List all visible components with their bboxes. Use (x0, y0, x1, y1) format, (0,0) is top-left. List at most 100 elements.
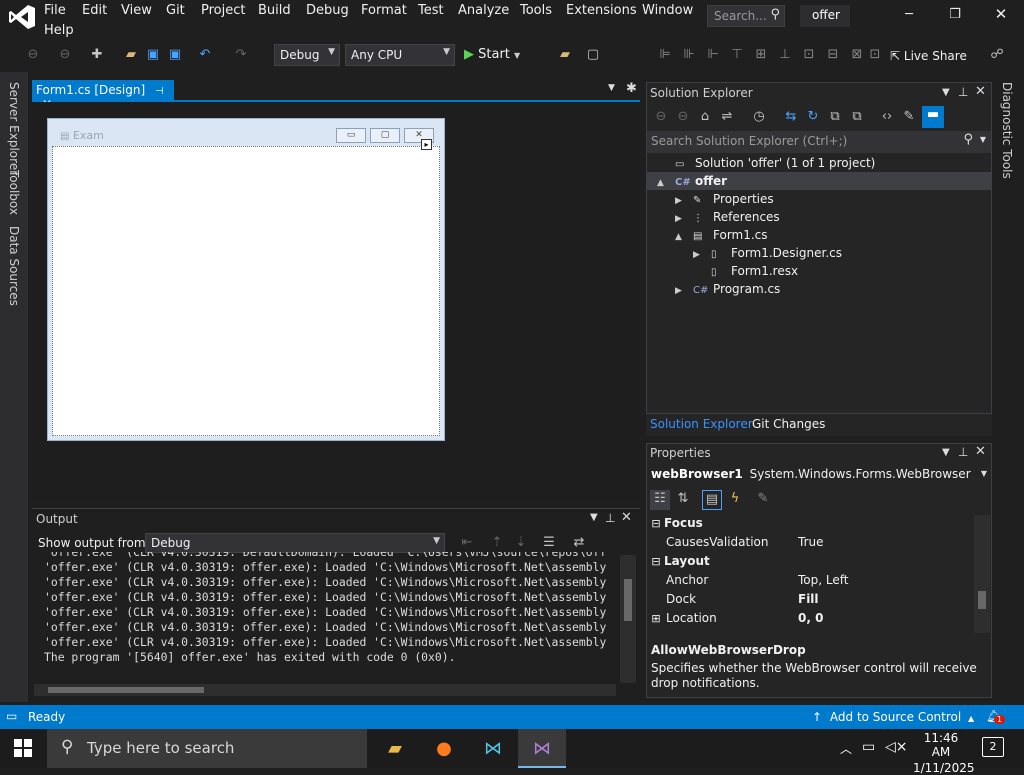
menu-help[interactable]: Help (44, 23, 74, 38)
tree-item[interactable]: ▲ C# offer (647, 172, 991, 190)
property-value[interactable]: True (798, 535, 824, 549)
tray-chevron-icon[interactable]: ︿ (840, 740, 852, 757)
menu-extensions[interactable]: Extensions (566, 3, 637, 18)
taskbar-clock[interactable]: 11:46 AM 1/11/2025 (913, 731, 975, 775)
order-icon[interactable]: ⊡ (866, 46, 884, 64)
output-horizontal-scrollbar[interactable] (34, 684, 616, 696)
object-selector[interactable]: webBrowser1 System.Windows.Forms.WebBrow… (651, 467, 989, 483)
tree-item[interactable]: ▯ Form1.resx (647, 262, 991, 280)
clear-all-icon[interactable]: ☰ (540, 534, 558, 552)
server-explorer-tab[interactable]: Server Explorer (7, 82, 21, 175)
property-row[interactable]: Dock Fill (648, 590, 972, 609)
property-category[interactable]: ⊟ Focus (648, 514, 972, 533)
collapse-all-icon[interactable]: ⧉ (826, 108, 844, 126)
close-window-button[interactable]: ✕ (983, 5, 1019, 23)
pending-changes-icon[interactable]: ◷ (750, 108, 768, 126)
se-close-icon[interactable]: ✕ (975, 84, 986, 99)
sync-icon[interactable]: ⇆ (782, 108, 800, 126)
view-code-icon[interactable]: ‹› (878, 108, 896, 126)
menu-project[interactable]: Project (201, 3, 245, 18)
add-to-source-control-button[interactable]: ↑ Add to Source Control ▲ (812, 710, 974, 724)
gear-icon[interactable]: ✱ (626, 81, 637, 96)
tab-solution-explorer[interactable]: Solution Explorer (650, 417, 753, 431)
tree-item[interactable]: ▭ Solution 'offer' (1 of 1 project) (647, 154, 991, 172)
minimize-button[interactable]: ─ (891, 7, 927, 22)
size-icon[interactable]: ⊡ (800, 46, 818, 64)
tree-item[interactable]: ▲ ▤ Form1.cs (647, 226, 991, 244)
properties-wrench-icon[interactable]: ✎ (900, 108, 918, 126)
se-menu-icon[interactable]: ▼ (942, 87, 950, 98)
tab-git-changes[interactable]: Git Changes (752, 417, 825, 431)
smart-tag-icon[interactable]: ▸ (421, 139, 432, 150)
toolbox-tab[interactable]: Toolbox (7, 170, 21, 215)
layout-icon[interactable]: ▢ (584, 46, 602, 64)
categorized-icon[interactable]: ☷ (650, 490, 670, 510)
property-value[interactable]: Top, Left (798, 573, 848, 587)
save-all-icon[interactable]: ▣ (166, 46, 184, 64)
data-sources-tab[interactable]: Data Sources (7, 226, 21, 306)
start-button[interactable]: ▶ Start ▼ (464, 47, 520, 62)
collapse-icon[interactable]: ⊟ (648, 514, 664, 533)
next-message-icon[interactable]: ⇣ (512, 534, 530, 552)
align-top-icon[interactable]: ⊤ (728, 46, 746, 64)
se-forward-icon[interactable]: ⊖ (674, 108, 692, 126)
output-source-select[interactable]: Debug ▼ (145, 533, 445, 553)
visual-studio-logo-icon[interactable] (8, 4, 36, 30)
output-vertical-scrollbar[interactable] (620, 555, 636, 683)
show-all-files-icon[interactable]: ⧉ (848, 108, 866, 126)
alphabetical-icon[interactable]: ⇅ (674, 490, 692, 508)
menu-format[interactable]: Format (361, 3, 407, 18)
network-icon[interactable]: ▭ (862, 739, 875, 755)
collapsed-arrow-icon[interactable]: ▶ (675, 282, 693, 300)
menu-view[interactable]: View (121, 3, 152, 18)
word-wrap-icon[interactable]: ⇄ (570, 534, 588, 552)
search-input[interactable]: Search... ⚲ (707, 5, 785, 27)
windows-start-icon[interactable] (14, 739, 32, 757)
expanded-arrow-icon[interactable]: ▲ (675, 228, 693, 246)
notifications-bell-icon[interactable]: 🔔︎ 1 (986, 709, 1006, 724)
browse-icon[interactable]: ▰ (556, 46, 574, 64)
menu-test[interactable]: Test (418, 3, 444, 18)
events-icon[interactable]: ϟ (726, 490, 744, 508)
maximize-button[interactable]: ❐ (937, 7, 973, 22)
tab-list-dropdown-icon[interactable]: ▼ (608, 83, 615, 93)
property-row[interactable]: CausesValidation True (648, 533, 972, 552)
menu-window[interactable]: Window (642, 3, 693, 18)
tree-item[interactable]: ▶ ▯ Form1.Designer.cs (647, 244, 991, 262)
new-item-icon[interactable]: ✚ (88, 46, 106, 64)
property-value[interactable]: 0, 0 (798, 611, 823, 625)
live-share-button[interactable]: ⇱ Live Share (890, 49, 967, 63)
property-row[interactable]: Anchor Top, Left (648, 571, 972, 590)
output-close-icon[interactable]: ✕ (621, 510, 632, 525)
align-right-icon[interactable]: ⊩ (704, 46, 722, 64)
properties-scrollbar[interactable] (974, 515, 990, 633)
redo-icon[interactable]: ↷ (232, 46, 250, 64)
switch-view-icon[interactable]: ⇌ (718, 108, 736, 126)
back-icon[interactable]: ⊖ (24, 46, 42, 64)
visual-studio-taskbar-icon[interactable]: ⋈ (518, 729, 566, 768)
platform-select[interactable]: Any CPU ▼ (345, 44, 455, 66)
align-left-icon[interactable]: ⊫ (656, 46, 674, 64)
forward-icon[interactable]: ⊖ (56, 46, 74, 64)
menu-build[interactable]: Build (258, 3, 291, 18)
tree-item[interactable]: ▶ C# Program.cs (647, 280, 991, 298)
property-value[interactable]: Fill (798, 592, 819, 606)
props-menu-icon[interactable]: ▼ (942, 447, 950, 458)
properties-view-icon[interactable]: ▤ (702, 490, 722, 510)
feedback-icon[interactable]: ☍ (988, 46, 1006, 64)
expanded-arrow-icon[interactable]: ▲ (657, 174, 675, 192)
se-pin-icon[interactable]: ⊥ (958, 85, 968, 99)
pin-icon[interactable]: ⊣ (155, 86, 164, 97)
menu-file[interactable]: File (44, 3, 66, 18)
property-pages-icon[interactable]: ✎ (754, 490, 772, 508)
configuration-select[interactable]: Debug ▼ (274, 44, 340, 66)
tree-item[interactable]: ▶ ⋮ References (647, 208, 991, 226)
undo-icon[interactable]: ↶ (196, 46, 214, 64)
align-center-icon[interactable]: ⊪ (680, 46, 698, 64)
firefox-icon[interactable]: ● (420, 729, 468, 768)
open-folder-icon[interactable]: ▰ (122, 46, 140, 64)
action-center-icon[interactable]: 2 (982, 737, 1004, 757)
refresh-icon[interactable]: ↻ (804, 108, 822, 126)
prev-message-icon[interactable]: ⇡ (488, 534, 506, 552)
find-message-icon[interactable]: ⇤ (458, 534, 476, 552)
